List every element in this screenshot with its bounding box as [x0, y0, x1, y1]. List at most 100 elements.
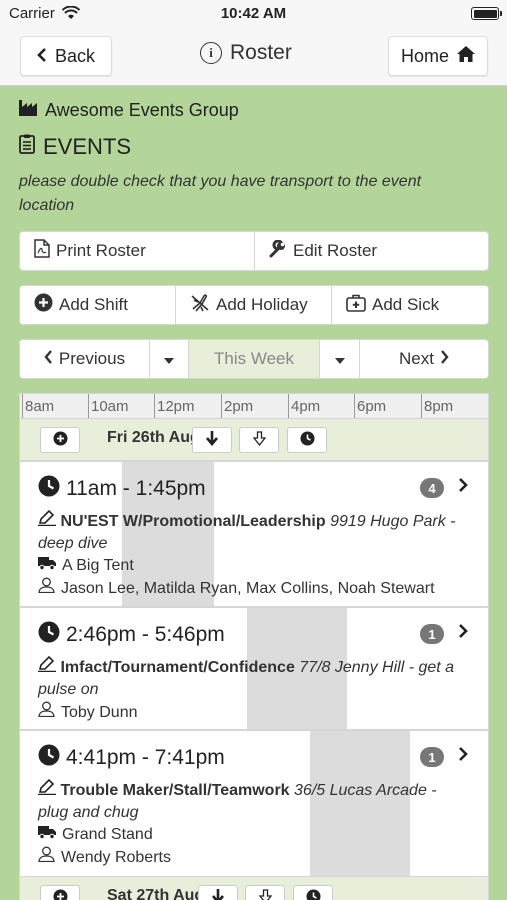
add-shift-button[interactable]: Add Shift [20, 286, 176, 324]
add-shift-day-button[interactable] [40, 427, 80, 453]
day-date: Sat 27th Aug [107, 887, 205, 900]
day-header: Sat 27th Aug [19, 877, 489, 900]
week-pager: Previous This Week Next [19, 339, 489, 379]
truck-icon [38, 555, 56, 577]
next-week-button[interactable]: Next [360, 340, 488, 378]
user-icon [38, 577, 55, 600]
event-title: Imfact/Tournament/Confidence [60, 659, 295, 676]
event-time: 4:41pm - 7:41pm [66, 746, 225, 769]
add-shift-label: Add Shift [59, 295, 128, 314]
industry-icon [19, 100, 39, 121]
section-title-text: EVENTS [43, 134, 132, 159]
add-holiday-label: Add Holiday [216, 295, 308, 314]
group-header: Awesome Events Group [19, 100, 239, 121]
print-roster-button[interactable]: Print Roster [20, 232, 255, 270]
event-staff: Wendy Roberts [61, 848, 171, 866]
add-shift-day-button[interactable] [40, 885, 80, 900]
medical-kit-icon [346, 294, 366, 317]
nav-bar: Back i Roster Home [0, 28, 507, 86]
pen-icon [38, 509, 56, 530]
day-date: Fri 26th Aug [107, 429, 200, 446]
plus-circle-icon [53, 431, 68, 449]
edit-roster-label: Edit Roster [293, 241, 378, 260]
download-outline-button[interactable] [239, 427, 279, 453]
add-actions: Add Shift Add Holiday Add Sick [19, 285, 489, 325]
home-button[interactable]: Home [388, 36, 488, 76]
chevron-right-icon [440, 349, 449, 369]
clipboard-icon [19, 134, 35, 160]
page-title-text: Roster [230, 41, 292, 64]
clock-button[interactable] [293, 885, 333, 900]
add-sick-button[interactable]: Add Sick [332, 286, 488, 324]
clock-icon [38, 744, 60, 772]
pen-icon [38, 778, 56, 799]
event-title: Trouble Maker/Stall/Teamwork [60, 782, 290, 799]
add-sick-label: Add Sick [372, 295, 440, 314]
back-label: Back [54, 45, 96, 66]
roster-actions: Print Roster Edit Roster [19, 231, 489, 271]
home-icon [457, 45, 475, 67]
info-icon[interactable]: i [200, 42, 222, 64]
next-dropdown-button[interactable] [320, 340, 360, 378]
staff-count-badge: 1 [420, 624, 444, 644]
transport-note: please double check that you have transp… [19, 173, 422, 214]
clock-icon [306, 889, 321, 900]
chevron-left-icon [37, 46, 47, 67]
chevron-left-icon [44, 349, 53, 369]
previous-dropdown-button[interactable] [150, 340, 189, 378]
current-week-text: This Week [214, 349, 294, 368]
timeline-tick: 4pm [288, 394, 320, 418]
event-location: 36/5 Lucas Arcade [294, 782, 427, 799]
chevron-right-icon[interactable] [458, 476, 468, 499]
previous-label: Previous [58, 349, 126, 368]
chevron-right-icon[interactable] [458, 745, 468, 768]
event-card[interactable]: 4:41pm - 7:41pm Trouble Maker/Stall/Team… [19, 730, 489, 877]
pdf-file-icon [34, 239, 50, 263]
user-icon [38, 701, 55, 724]
chevron-right-icon[interactable] [458, 622, 468, 645]
event-equipment: A Big Tent [62, 557, 134, 574]
timeline-tick: 2pm [221, 394, 253, 418]
arrow-down-icon [206, 431, 218, 449]
staff-count-badge: 1 [420, 747, 444, 767]
day-header: Fri 26th Aug [19, 419, 489, 461]
event-location: 9919 Hugo Park [330, 513, 446, 530]
truck-icon [38, 824, 56, 846]
group-name: Awesome Events Group [45, 100, 239, 120]
clock-icon [38, 621, 60, 649]
timeline-tick: 8am [22, 394, 54, 418]
add-holiday-button[interactable]: Add Holiday [176, 286, 332, 324]
event-equipment: Grand Stand [62, 826, 153, 843]
plus-circle-icon [34, 293, 53, 317]
timeline-tick: 12pm [154, 394, 195, 418]
event-card[interactable]: 2:46pm - 5:46pm Imfact/Tournament/Confid… [19, 607, 489, 730]
event-staff: Jason Lee, Matilda Ryan, Max Collins, No… [61, 579, 435, 597]
download-button[interactable] [198, 885, 238, 900]
battery-icon [471, 7, 502, 20]
print-roster-label: Print Roster [56, 241, 146, 260]
pen-icon [38, 655, 56, 676]
staff-count-badge: 4 [420, 478, 444, 498]
plus-circle-icon [53, 889, 68, 900]
event-title: NU'EST W/Promotional/Leadership [60, 513, 326, 530]
caret-down-icon [164, 349, 174, 369]
download-button[interactable] [192, 427, 232, 453]
event-staff: Toby Dunn [61, 703, 138, 721]
clock: 10:42 AM [220, 5, 287, 22]
back-button[interactable]: Back [20, 36, 112, 76]
user-icon [38, 846, 55, 869]
download-outline-button[interactable] [245, 885, 285, 900]
previous-week-button[interactable]: Previous [20, 340, 150, 378]
caret-down-icon [334, 349, 345, 369]
edit-roster-button[interactable]: Edit Roster [255, 232, 488, 270]
event-location: 77/8 Jenny Hill [299, 659, 405, 676]
timeline-ruler: 8am 10am 12pm 2pm 4pm 6pm 8pm [19, 393, 489, 419]
timeline-tick: 6pm [354, 394, 386, 418]
page-title: i Roster [200, 38, 310, 68]
event-card[interactable]: 11am - 1:45pm NU'EST W/Promotional/Leade… [19, 461, 489, 607]
plane-slash-icon [190, 293, 210, 317]
event-time: 2:46pm - 5:46pm [66, 623, 225, 646]
timeline-tick: 8pm [421, 394, 453, 418]
section-title: EVENTS [19, 134, 131, 160]
clock-button[interactable] [287, 427, 327, 453]
